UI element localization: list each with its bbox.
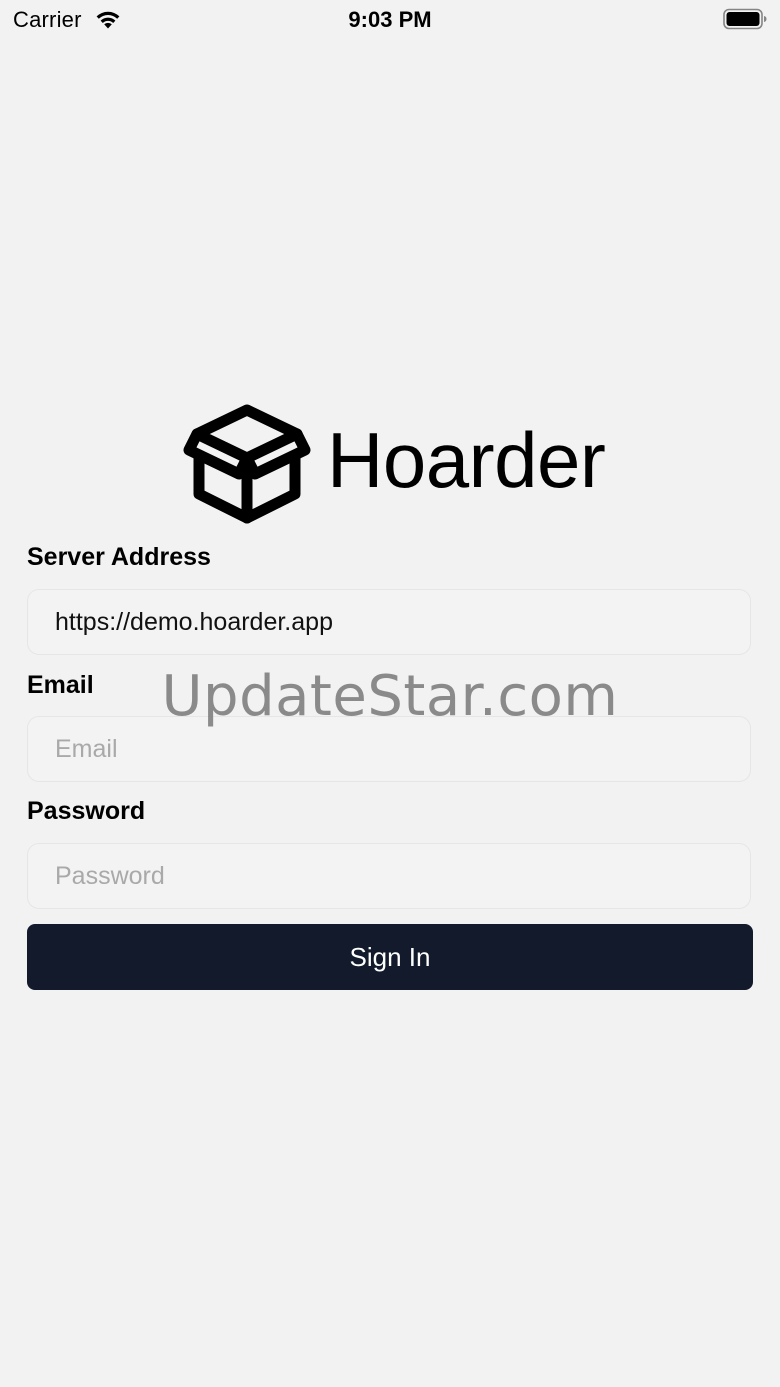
password-label: Password (27, 797, 146, 825)
clock: 9:03 PM (348, 7, 432, 32)
sign-in-button[interactable]: Sign In (27, 924, 753, 990)
email-input[interactable] (27, 716, 751, 782)
server-address-label: Server Address (27, 543, 211, 571)
app-name: Hoarder (327, 416, 606, 504)
server-address-input[interactable] (27, 589, 751, 655)
package-box-icon (183, 404, 311, 524)
password-input[interactable] (27, 843, 751, 909)
battery-full-icon (723, 8, 767, 30)
login-screen: Carrier 9:03 PM Hoarder Server Address h… (0, 0, 780, 1387)
email-label: Email (27, 671, 94, 699)
app-logo: Hoarder (183, 400, 606, 526)
status-bar: Carrier 9:03 PM (0, 0, 780, 40)
